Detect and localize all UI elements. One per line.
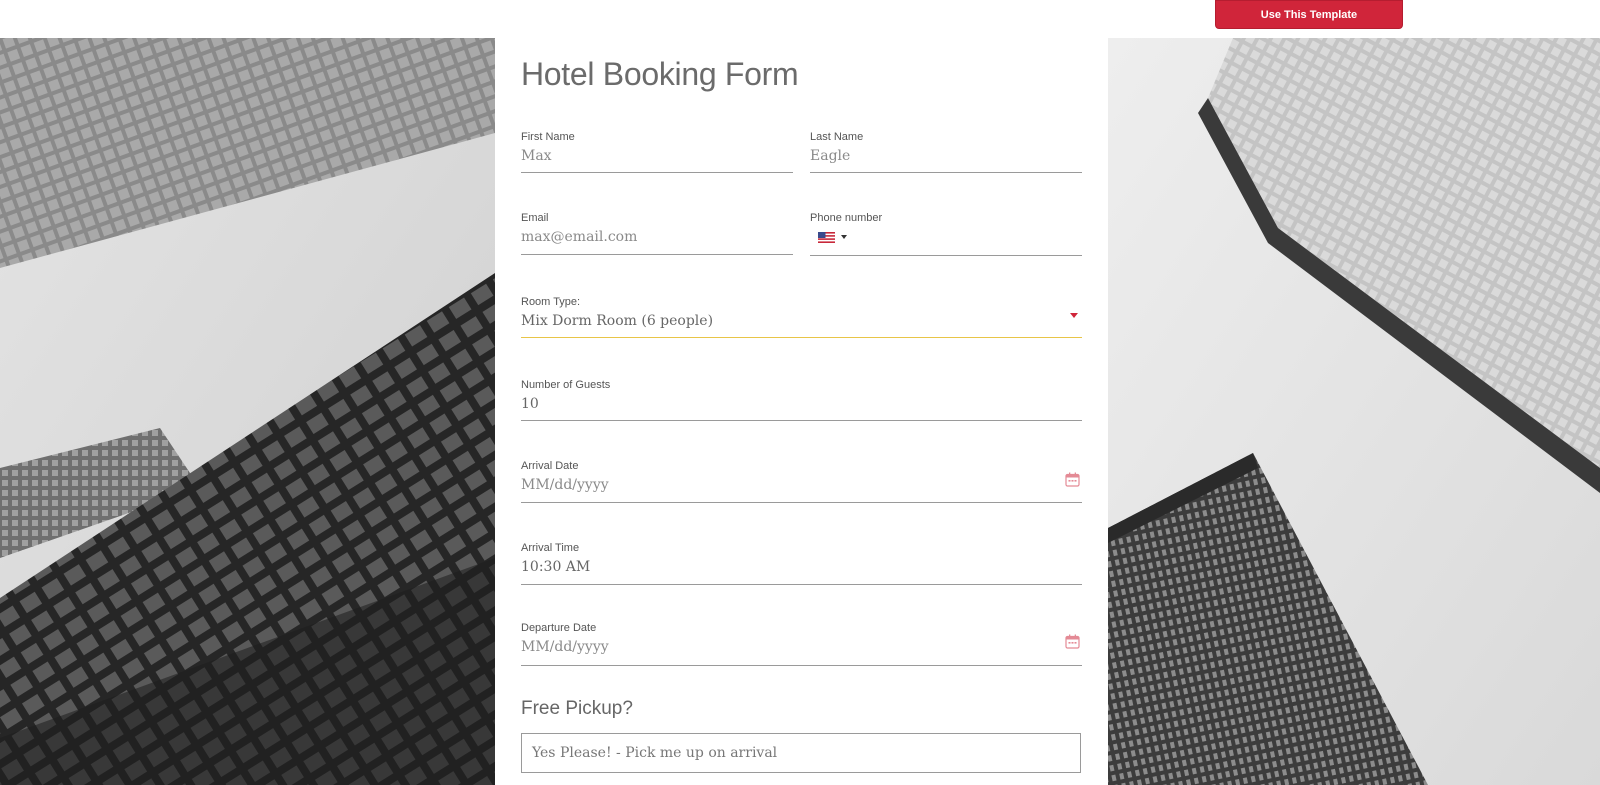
number-of-guests-label: Number of Guests: [521, 379, 611, 391]
first-name-field[interactable]: First Name Max: [521, 131, 793, 173]
arrival-date-field[interactable]: Arrival Date MM/dd/yyyy: [521, 460, 1082, 503]
background-image-left: [0, 38, 495, 785]
free-pickup-value[interactable]: Yes Please! - Pick me up on arrival: [532, 745, 777, 761]
room-type-underline: [521, 337, 1082, 338]
arrival-date-underline: [521, 502, 1082, 503]
number-of-guests-input[interactable]: 10: [521, 396, 539, 412]
phone-number-field[interactable]: Phone number: [810, 212, 1082, 256]
email-field[interactable]: Email max@email.com: [521, 212, 793, 255]
email-label: Email: [521, 212, 549, 224]
calendar-icon[interactable]: [1065, 634, 1080, 649]
arrival-date-label: Arrival Date: [521, 460, 579, 472]
arrival-time-underline: [521, 584, 1082, 585]
departure-date-field[interactable]: Departure Date MM/dd/yyyy: [521, 622, 1082, 666]
calendar-icon[interactable]: [1065, 472, 1080, 487]
room-type-select[interactable]: Room Type: Mix Dorm Room (6 people): [521, 296, 1082, 338]
number-of-guests-underline: [521, 420, 1082, 421]
number-of-guests-field[interactable]: Number of Guests 10: [521, 379, 1082, 421]
use-this-template-button[interactable]: Use This Template: [1215, 0, 1403, 29]
booking-form: Hotel Booking Form First Name Max Last N…: [495, 38, 1108, 785]
first-name-input[interactable]: Max: [521, 148, 552, 164]
form-title: Hotel Booking Form: [521, 56, 799, 92]
us-flag-icon[interactable]: [818, 232, 835, 243]
last-name-input[interactable]: Eagle: [810, 148, 850, 164]
free-pickup-select[interactable]: Yes Please! - Pick me up on arrival: [521, 733, 1081, 773]
arrival-date-input[interactable]: MM/dd/yyyy: [521, 477, 609, 493]
email-underline: [521, 254, 793, 255]
first-name-label: First Name: [521, 131, 575, 143]
departure-date-input[interactable]: MM/dd/yyyy: [521, 639, 609, 655]
last-name-label: Last Name: [810, 131, 864, 143]
phone-number-label: Phone number: [810, 212, 883, 224]
first-name-underline: [521, 172, 793, 173]
email-input[interactable]: max@email.com: [521, 229, 637, 245]
free-pickup-heading: Free Pickup?: [521, 698, 633, 719]
arrival-time-label: Arrival Time: [521, 542, 580, 554]
top-bar: Use This Template: [0, 0, 1600, 38]
arrival-time-field[interactable]: Arrival Time 10:30 AM: [521, 542, 1082, 585]
last-name-underline: [810, 172, 1082, 173]
room-type-value[interactable]: Mix Dorm Room (6 people): [521, 313, 713, 329]
chevron-down-icon[interactable]: [1070, 313, 1078, 318]
country-dropdown-caret-icon[interactable]: [841, 235, 847, 239]
arrival-time-input[interactable]: 10:30 AM: [521, 559, 590, 575]
background-image-right: [1108, 38, 1600, 785]
departure-date-underline: [521, 665, 1082, 666]
phone-number-underline: [810, 255, 1082, 256]
departure-date-label: Departure Date: [521, 622, 597, 634]
room-type-label: Room Type:: [521, 296, 581, 308]
last-name-field[interactable]: Last Name Eagle: [810, 131, 1082, 173]
